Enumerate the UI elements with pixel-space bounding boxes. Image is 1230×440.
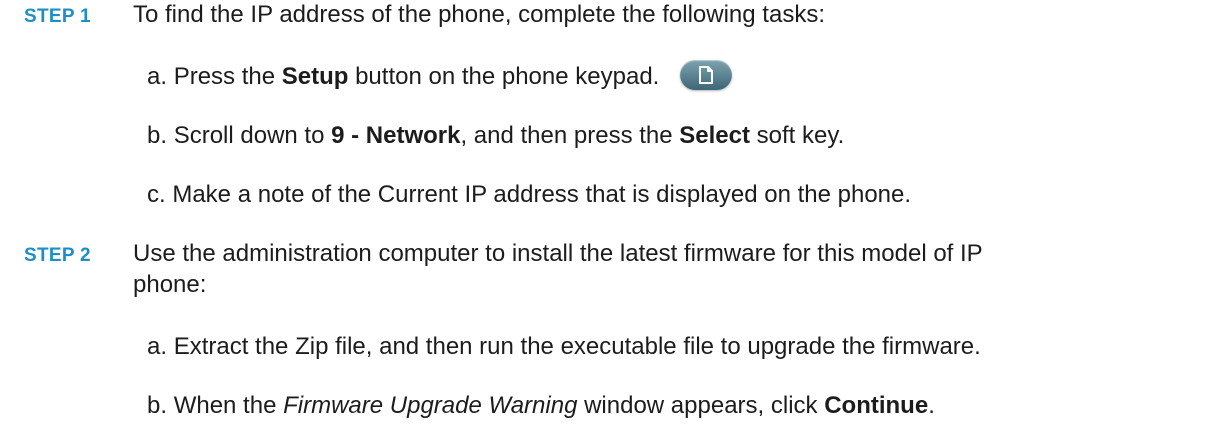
step-2-intro-line-2: phone: bbox=[133, 271, 207, 298]
continue-term: Continue bbox=[824, 392, 929, 419]
window-name: Firmware Upgrade Warning bbox=[283, 392, 578, 419]
item-text: window appears, click bbox=[577, 392, 825, 419]
setup-term: Setup bbox=[281, 63, 349, 90]
step-1-item-a: a. Press the Setup button on the phone k… bbox=[147, 59, 732, 92]
item-text: soft key. bbox=[750, 122, 845, 149]
step-1-item-c: c. Make a note of the Current IP address… bbox=[147, 180, 911, 210]
step-1-label: STEP 1 bbox=[24, 6, 91, 27]
step-2-label: STEP 2 bbox=[24, 245, 91, 266]
setup-page-icon bbox=[699, 65, 713, 84]
item-text: Make a note of the Current IP address th… bbox=[172, 181, 912, 208]
item-prefix: c. bbox=[147, 181, 166, 208]
document: STEP 1 To find the IP address of the pho… bbox=[0, 0, 1230, 440]
item-text: Press the bbox=[173, 63, 282, 90]
network-term: 9 - Network bbox=[331, 122, 461, 149]
step-1-intro: To find the IP address of the phone, com… bbox=[133, 1, 825, 28]
item-prefix: b. bbox=[147, 122, 168, 149]
item-prefix: a. bbox=[147, 333, 168, 360]
setup-key-icon bbox=[680, 59, 732, 90]
item-prefix: b. bbox=[147, 392, 168, 419]
item-text: Scroll down to bbox=[173, 122, 332, 149]
item-text: When the bbox=[173, 392, 284, 419]
step-2-item-b: b. When the Firmware Upgrade Warning win… bbox=[147, 391, 935, 421]
step-2-item-a: a. Extract the Zip file, and then run th… bbox=[147, 332, 981, 362]
step-2-intro-line-1: Use the administration computer to insta… bbox=[133, 240, 983, 267]
item-text: Extract the Zip file, and then run the e… bbox=[173, 333, 981, 360]
item-prefix: a. bbox=[147, 63, 168, 90]
item-text: , and then press the bbox=[460, 122, 680, 149]
item-text: . bbox=[928, 392, 935, 419]
select-term: Select bbox=[679, 122, 750, 149]
item-text: button on the phone keypad. bbox=[348, 63, 660, 90]
step-1-item-b: b. Scroll down to 9 - Network, and then … bbox=[147, 121, 844, 151]
